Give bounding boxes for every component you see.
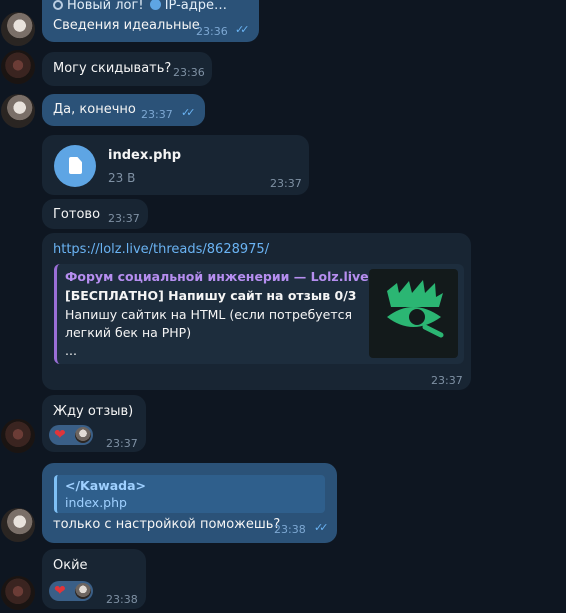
reaction-badge[interactable]: ❤ (49, 581, 93, 601)
preview-description: легкий бек на PHP) (65, 325, 192, 340)
lolz-logo (369, 269, 458, 358)
file-icon[interactable] (54, 145, 96, 187)
double-check-icon: ✓✓ (181, 106, 196, 119)
message-text: Окйе (53, 558, 88, 573)
link-message[interactable]: https://lolz.live/threads/8628975/ Форум… (42, 233, 471, 390)
message-bubble[interactable]: </Kawada> index.php только с настройкой … (42, 463, 337, 543)
message-bubble[interactable]: Жду отзыв) ❤ 23:37 (42, 395, 146, 452)
avatar[interactable] (1, 576, 35, 610)
message-bubble[interactable]: Новый лог! IP-адре… Сведения идеальные 2… (42, 0, 259, 42)
message-time: 23:38 (274, 523, 306, 536)
avatar (75, 427, 91, 443)
reply-text: index.php (65, 495, 127, 510)
avatar[interactable] (1, 508, 35, 542)
message-text: Новый лог! IP-адре… (53, 0, 227, 13)
message-time: 23:37 (270, 177, 302, 190)
globe-icon (149, 0, 161, 10)
file-name[interactable]: index.php (108, 148, 181, 163)
avatar[interactable] (1, 94, 35, 128)
file-size: 23 B (108, 171, 136, 185)
avatar[interactable] (1, 419, 35, 453)
message-text: Да, конечно (53, 102, 136, 117)
file-message[interactable]: index.php 23 B 23:37 (42, 135, 309, 195)
reply-quote[interactable]: </Kawada> index.php (54, 475, 325, 513)
avatar[interactable] (1, 50, 35, 84)
message-time: 23:37 (141, 108, 173, 121)
message-time: 23:36 (173, 66, 205, 79)
message-text: Сведения идеальные (53, 18, 200, 33)
message-bubble[interactable]: Могу скидывать? 23:36 (42, 52, 212, 86)
avatar[interactable] (1, 12, 35, 46)
double-check-icon: ✓✓ (314, 521, 329, 534)
reply-author: </Kawada> (65, 478, 146, 493)
preview-description: ... (65, 343, 77, 358)
message-time: 23:37 (108, 212, 140, 225)
message-link[interactable]: https://lolz.live/threads/8628975/ (53, 242, 269, 257)
double-check-icon: ✓✓ (235, 23, 250, 36)
lolz-logo-graphic (387, 280, 444, 338)
message-text: Жду отзыв) (53, 404, 134, 419)
message-bubble[interactable]: Окйе ❤ 23:38 (42, 549, 146, 609)
heart-icon: ❤ (54, 583, 66, 599)
preview-title: [БЕСПЛАТНО] Напишу сайт на отзыв 0/3 (65, 288, 357, 303)
search-icon (53, 0, 63, 10)
reaction-badge[interactable]: ❤ (49, 425, 93, 445)
message-time: 23:37 (106, 437, 138, 450)
message-text: Могу скидывать? (53, 61, 172, 76)
avatar (75, 583, 91, 599)
message-bubble[interactable]: Готово 23:37 (42, 199, 148, 229)
message-bubble[interactable]: Да, конечно 23:37 ✓✓ (42, 94, 205, 126)
preview-site-name: Форум социальной инженерии — Lolz.live… (65, 269, 382, 284)
message-time: 23:37 (431, 374, 463, 387)
message-time: 23:38 (106, 593, 138, 606)
heart-icon: ❤ (54, 427, 66, 443)
message-text: только с настройкой поможешь? (53, 517, 281, 532)
message-text: Готово (53, 207, 101, 222)
link-preview[interactable]: Форум социальной инженерии — Lolz.live… … (54, 264, 464, 364)
message-time: 23:36 (196, 25, 228, 38)
preview-description: Напишу сайтик на HTML (если потребуется (65, 307, 353, 322)
